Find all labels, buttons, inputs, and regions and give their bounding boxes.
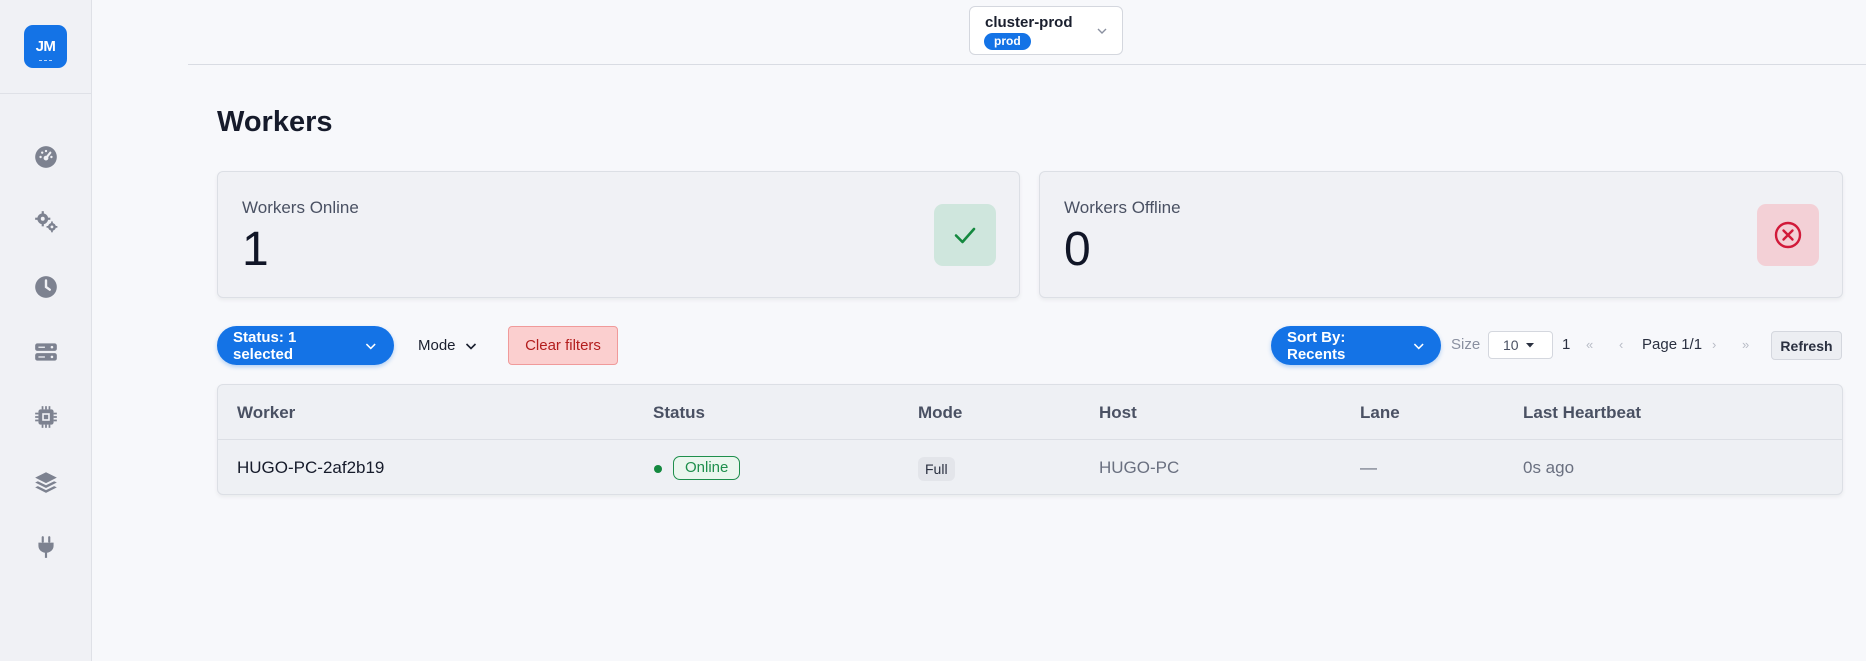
server-icon <box>34 342 57 361</box>
sidebar-item-servers[interactable] <box>0 319 91 384</box>
mode-filter-label: Mode <box>418 337 456 354</box>
sidebar-item-history[interactable] <box>0 254 91 319</box>
cluster-selector[interactable]: cluster-prod prod <box>969 6 1123 55</box>
sort-by-label: Sort By: Recents <box>1287 328 1346 363</box>
offline-status-tile <box>1757 204 1819 266</box>
last-page-button[interactable]: » <box>1742 337 1749 352</box>
cluster-env-badge: prod <box>984 33 1031 50</box>
column-header-worker[interactable]: Worker <box>237 403 295 423</box>
app-logo[interactable]: JM <box>24 25 67 68</box>
column-header-last-heartbeat[interactable]: Last Heartbeat <box>1523 403 1641 423</box>
refresh-button[interactable]: Refresh <box>1771 331 1842 360</box>
dashboard-gauge-icon <box>34 145 57 168</box>
chevron-down-icon <box>1097 28 1107 34</box>
workers-offline-value: 0 <box>1064 223 1091 276</box>
online-status-tile <box>934 204 996 266</box>
sidebar-item-jobs[interactable] <box>0 189 91 254</box>
current-page-number: 1 <box>1562 336 1571 353</box>
online-dot-icon <box>654 465 662 473</box>
last-heartbeat-cell: 0s ago <box>1523 458 1575 477</box>
workers-online-card: Workers Online 1 <box>217 171 1020 298</box>
page-indicator: Page 1/1 <box>1642 336 1703 353</box>
logo-area: JM <box>0 0 91 94</box>
clock-icon <box>34 275 57 298</box>
table-row[interactable]: HUGO-PC-2af2b19 Online Full HUGO-PC — 0s… <box>218 440 1842 496</box>
mode-filter-button[interactable]: Mode <box>418 326 478 365</box>
layers-icon <box>34 471 57 493</box>
workers-offline-label: Workers Offline <box>1064 198 1181 217</box>
workers-online-value: 1 <box>242 223 269 276</box>
chevron-down-icon <box>1413 343 1424 350</box>
next-page-button[interactable]: › <box>1712 337 1716 352</box>
sidebar-item-queues[interactable] <box>0 449 91 514</box>
cpu-chip-icon <box>34 405 57 428</box>
cluster-name: cluster-prod <box>985 14 1073 31</box>
column-header-host[interactable]: Host <box>1099 403 1137 423</box>
x-circle-icon <box>1774 221 1802 249</box>
status-badge: Online <box>673 456 741 480</box>
prev-page-button[interactable]: ‹ <box>1619 337 1623 352</box>
lane-cell: — <box>1360 458 1377 477</box>
page-title: Workers <box>217 106 333 138</box>
page-size-label: Size <box>1451 336 1481 353</box>
chevron-down-icon <box>366 343 377 350</box>
page-size-value: 10 <box>1503 337 1519 353</box>
top-bar: cluster-prod prod <box>188 0 1866 65</box>
sidebar: JM <box>0 0 92 661</box>
first-page-button[interactable]: « <box>1586 337 1593 352</box>
workers-table: Worker Status Mode Host Lane Last Heartb… <box>217 384 1843 495</box>
workers-online-label: Workers Online <box>242 198 359 217</box>
chevron-down-icon <box>465 342 476 350</box>
worker-name[interactable]: HUGO-PC-2af2b19 <box>237 458 384 478</box>
caret-down-icon <box>1525 343 1534 348</box>
table-header: Worker Status Mode Host Lane Last Heartb… <box>218 385 1842 440</box>
sidebar-nav <box>0 124 91 579</box>
column-header-mode[interactable]: Mode <box>918 403 962 423</box>
gears-icon <box>34 210 57 232</box>
sidebar-item-workers[interactable] <box>0 384 91 449</box>
clear-filters-button[interactable]: Clear filters <box>508 326 618 365</box>
workers-offline-card: Workers Offline 0 <box>1039 171 1843 298</box>
column-header-lane[interactable]: Lane <box>1360 403 1400 423</box>
sort-by-button[interactable]: Sort By: Recents <box>1271 326 1441 365</box>
plug-icon <box>37 535 54 558</box>
check-icon <box>954 227 976 244</box>
sidebar-item-integrations[interactable] <box>0 514 91 579</box>
page-size-select[interactable]: 10 <box>1488 331 1553 359</box>
sidebar-item-dashboard[interactable] <box>0 124 91 189</box>
status-filter-label: Status: 1 selected <box>233 328 297 363</box>
status-filter-button[interactable]: Status: 1 selected <box>217 326 394 365</box>
column-header-status[interactable]: Status <box>653 403 705 423</box>
host-cell: HUGO-PC <box>1099 458 1180 477</box>
mode-badge: Full <box>918 457 955 481</box>
